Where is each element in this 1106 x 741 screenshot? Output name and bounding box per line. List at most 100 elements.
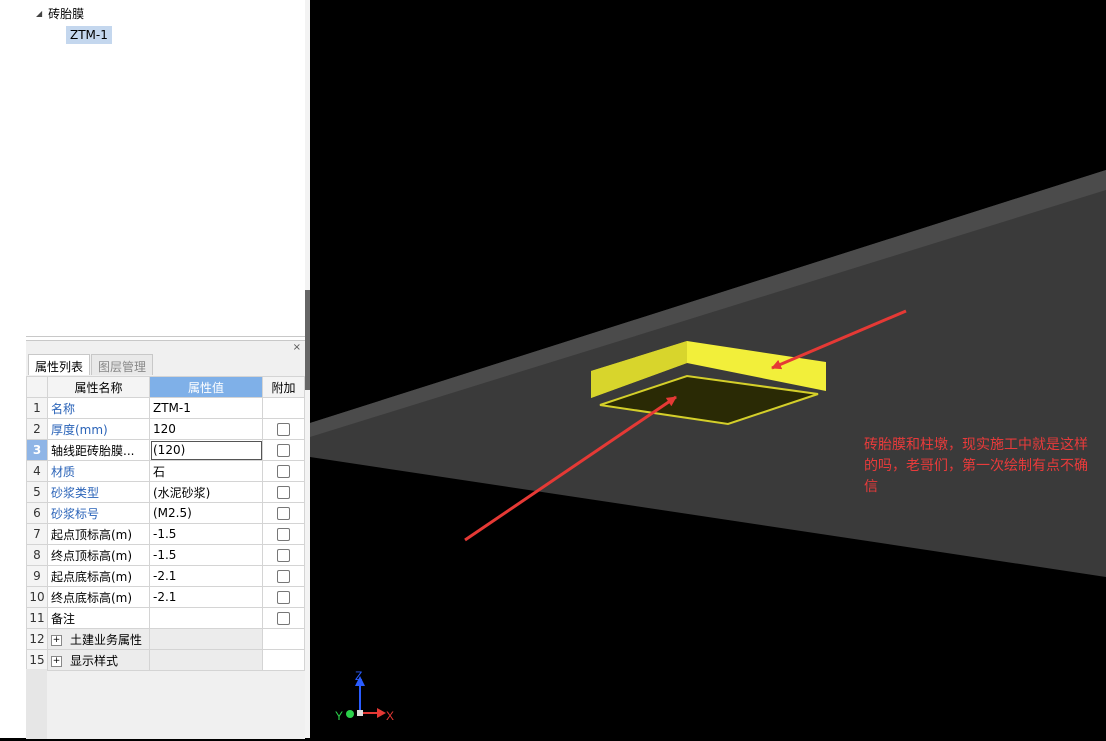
table-row[interactable]: 2 厚度(mm) 120 (26, 418, 305, 440)
3d-viewport[interactable] (310, 0, 1106, 738)
extra-checkbox-cell (262, 418, 305, 440)
property-grid: 属性名称 属性值 附加 1 名称 ZTM-1 2 厚度(mm) 120 3 轴线… (26, 376, 305, 671)
property-name: 起点顶标高(m) (47, 523, 150, 545)
expand-icon[interactable]: + (51, 634, 62, 646)
table-row[interactable]: 6 砂浆标号 (M2.5) (26, 502, 305, 524)
annotation-text: 砖胎膜和柱墩，现实施工中就是这样的吗，老哥们，第一次绘制有点不确信 (864, 437, 1088, 495)
table-row[interactable]: 7 起点顶标高(m) -1.5 (26, 523, 305, 545)
extra-checkbox[interactable] (277, 528, 290, 541)
table-row[interactable]: 5 砂浆类型 (水泥砂浆) (26, 481, 305, 503)
extra-checkbox-cell (262, 502, 305, 524)
property-name: 砂浆标号 (47, 502, 150, 524)
row-number: 2 (26, 418, 48, 440)
property-name: 终点顶标高(m) (47, 544, 150, 566)
z-axis-label: Z (355, 669, 362, 683)
tree-node-root-label: 砖胎膜 (48, 7, 85, 21)
table-row[interactable]: 10 终点底标高(m) -2.1 (26, 586, 305, 608)
property-panel: × 属性列表 图层管理 属性名称 属性值 附加 1 名称 ZTM-1 2 厚度(… (26, 340, 305, 739)
extra-checkbox-cell (262, 607, 305, 629)
property-name: 终点底标高(m) (47, 586, 150, 608)
property-value[interactable]: -1.5 (149, 544, 263, 566)
row-number: 1 (26, 397, 48, 419)
group-row[interactable]: 15 + 显示样式 (26, 649, 305, 671)
extra-checkbox[interactable] (277, 486, 290, 499)
collapse-arrow-icon[interactable]: ◢ (36, 9, 42, 18)
extra-checkbox-cell (262, 523, 305, 545)
extra-cell (262, 628, 305, 650)
extra-checkbox-cell (262, 544, 305, 566)
table-row[interactable]: 1 名称 ZTM-1 (26, 397, 305, 419)
property-name: 备注 (47, 607, 150, 629)
row-number: 9 (26, 565, 48, 587)
row-number: 5 (26, 481, 48, 503)
property-value[interactable]: (水泥砂浆) (149, 481, 263, 503)
tab-property-list[interactable]: 属性列表 (28, 354, 91, 375)
group-label: 显示样式 (70, 653, 119, 668)
table-row[interactable]: 11 备注 (26, 607, 305, 629)
x-axis-label: X (386, 709, 394, 723)
group-value (149, 628, 263, 650)
axis-gizmo: Z Y X (335, 669, 394, 723)
group-name: + 土建业务属性 (47, 628, 150, 650)
property-name: 名称 (47, 397, 150, 419)
row-number: 7 (26, 523, 48, 545)
extra-cell (262, 649, 305, 671)
header-extra[interactable]: 附加 (262, 376, 305, 398)
property-value[interactable]: -1.5 (149, 523, 263, 545)
extra-checkbox-cell (262, 481, 305, 503)
property-name: 砂浆类型 (47, 481, 150, 503)
tree-node-ztm-1[interactable]: ZTM-1 (66, 26, 112, 44)
extra-checkbox[interactable] (277, 465, 290, 478)
tree-node-root[interactable]: ◢ 砖胎膜 (36, 5, 84, 22)
property-value[interactable]: 石 (149, 460, 263, 482)
property-value-editor[interactable]: (120) (149, 439, 263, 461)
property-value[interactable]: -2.1 (149, 565, 263, 587)
tab-layer-manager[interactable]: 图层管理 (91, 354, 154, 375)
left-panel: ◢ 砖胎膜 ZTM-1 × 属性列表 图层管理 属性名称 属性值 附加 1 名称… (0, 0, 310, 739)
property-name: 轴线距砖胎膜... (47, 439, 150, 461)
group-value (149, 649, 263, 671)
property-value[interactable] (149, 607, 263, 629)
close-icon[interactable]: × (293, 342, 301, 353)
extra-checkbox[interactable] (277, 444, 290, 457)
property-name: 起点底标高(m) (47, 565, 150, 587)
row-number: 8 (26, 544, 48, 566)
property-value[interactable]: (M2.5) (149, 502, 263, 524)
property-name: 厚度(mm) (47, 418, 150, 440)
extra-checkbox[interactable] (277, 591, 290, 604)
grid-header-row: 属性名称 属性值 附加 (26, 376, 305, 398)
row-number: 6 (26, 502, 48, 524)
extra-checkbox-cell (262, 439, 305, 461)
expand-icon[interactable]: + (51, 655, 62, 667)
header-property-value[interactable]: 属性值 (149, 376, 263, 398)
property-value[interactable]: ZTM-1 (149, 397, 263, 419)
extra-checkbox[interactable] (277, 549, 290, 562)
extra-checkbox-cell (262, 565, 305, 587)
row-number: 4 (26, 460, 48, 482)
table-row[interactable]: 4 材质 石 (26, 460, 305, 482)
row-number: 12 (26, 628, 48, 650)
row-number: 3 (26, 439, 48, 461)
extra-checkbox[interactable] (277, 570, 290, 583)
3d-scene (310, 170, 1106, 577)
component-tree: ◢ 砖胎膜 ZTM-1 (26, 0, 306, 337)
row-number: 10 (26, 586, 48, 608)
group-name: + 显示样式 (47, 649, 150, 671)
header-row-number (26, 376, 48, 398)
extra-checkbox[interactable] (277, 612, 290, 625)
property-value[interactable]: -2.1 (149, 586, 263, 608)
row-number: 15 (26, 649, 48, 671)
extra-checkbox[interactable] (277, 507, 290, 520)
extra-checkbox[interactable] (277, 423, 290, 436)
group-row[interactable]: 12 + 土建业务属性 (26, 628, 305, 650)
property-tabs: 属性列表 图层管理 (28, 354, 154, 375)
row-number: 11 (26, 607, 48, 629)
extra-checkbox-cell (262, 586, 305, 608)
extra-checkbox-cell (262, 460, 305, 482)
property-value[interactable]: 120 (149, 418, 263, 440)
row-header-filler (26, 669, 47, 739)
header-property-name[interactable]: 属性名称 (47, 376, 150, 398)
table-row[interactable]: 9 起点底标高(m) -2.1 (26, 565, 305, 587)
table-row-selected[interactable]: 3 轴线距砖胎膜... (120) (26, 439, 305, 461)
table-row[interactable]: 8 终点顶标高(m) -1.5 (26, 544, 305, 566)
